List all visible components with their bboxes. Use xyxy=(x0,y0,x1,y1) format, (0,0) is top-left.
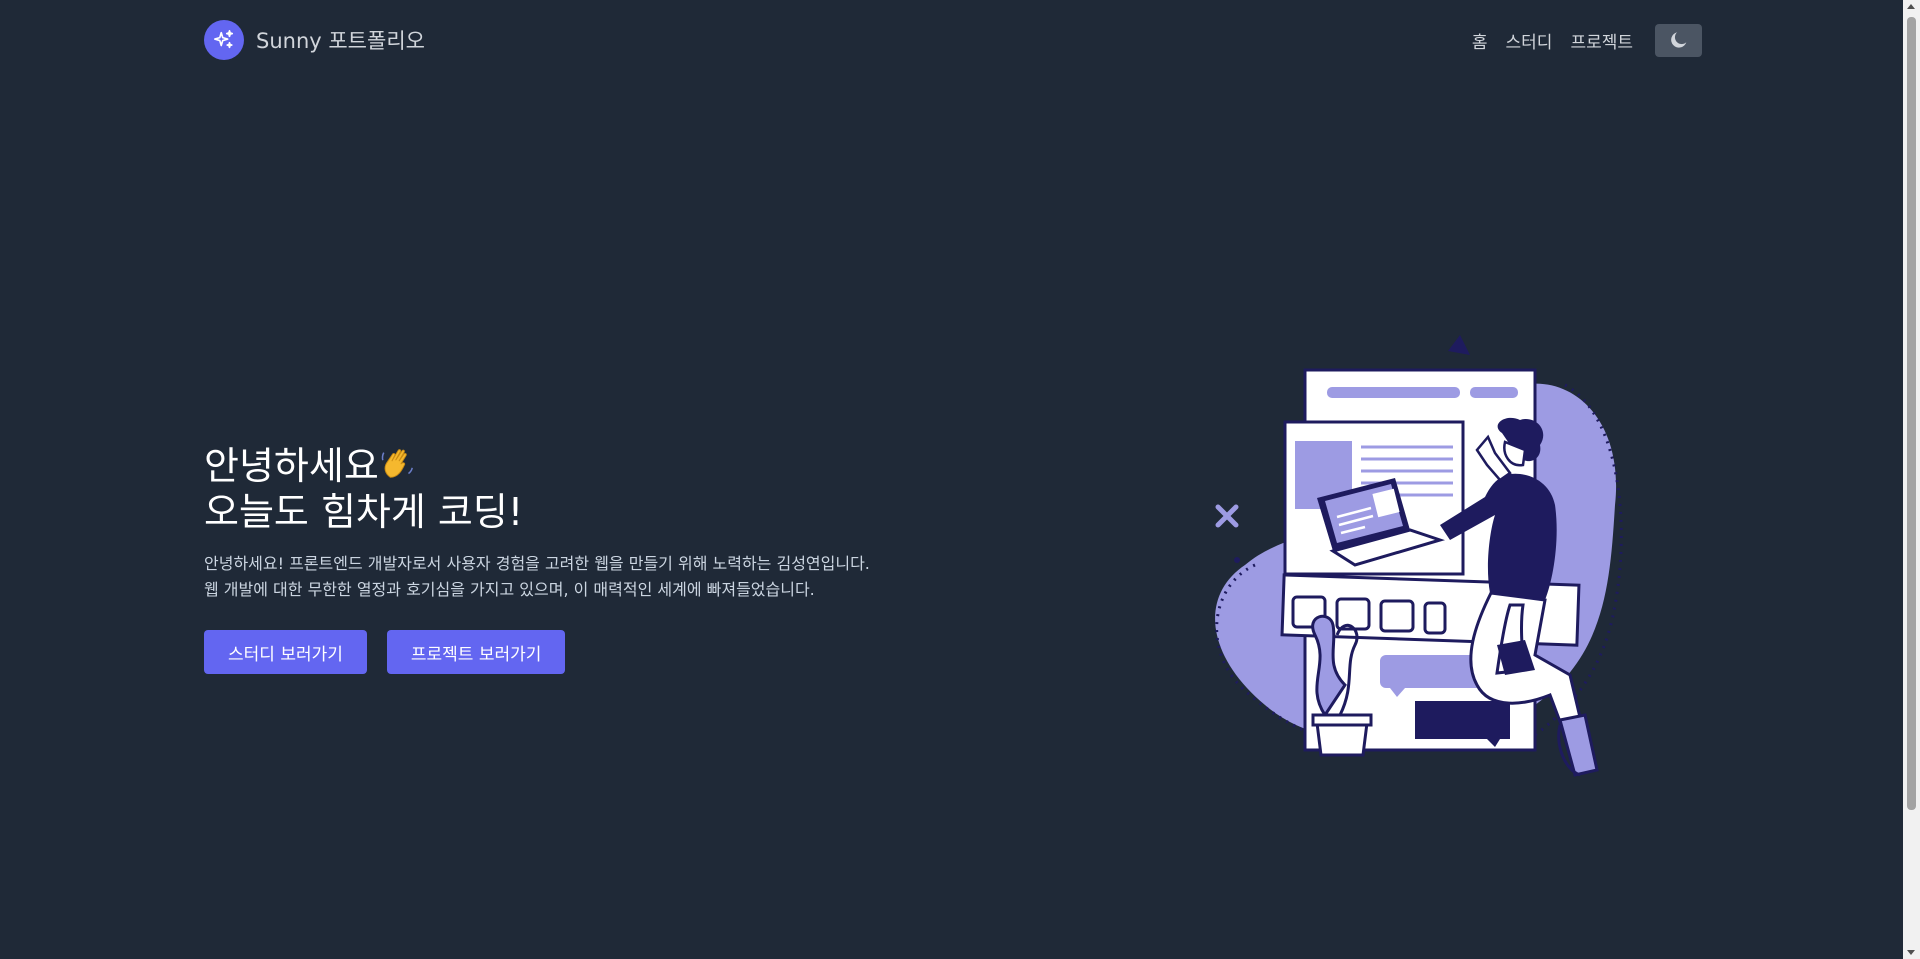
nav-projects[interactable]: 프로젝트 xyxy=(1570,28,1633,53)
hero-description: 안녕하세요! 프론트엔드 개발자로서 사용자 경험을 고려한 웹을 만들기 위해… xyxy=(204,551,964,603)
hero-illustration xyxy=(1205,325,1635,785)
site-header: Sunny 포트폴리오 홈 스터디 프로젝트 xyxy=(204,20,1702,60)
hero-title: 안녕하세요 오늘도 힘차게 코딩! xyxy=(204,445,964,533)
nav-study[interactable]: 스터디 xyxy=(1506,28,1553,53)
moon-icon xyxy=(1670,32,1686,48)
nav-home[interactable]: 홈 xyxy=(1472,28,1488,53)
page: Sunny 포트폴리오 홈 스터디 프로젝트 안녕하세요 오늘도 힘차게 코딩! xyxy=(0,0,1920,959)
sparkles-icon xyxy=(204,20,244,60)
hero-title-line1: 안녕하세요 xyxy=(204,444,379,488)
brand[interactable]: Sunny 포트폴리오 xyxy=(204,20,425,60)
hero-buttons: 스터디 보러가기 프로젝트 보러가기 xyxy=(204,630,964,674)
hero-section: 안녕하세요 오늘도 힘차게 코딩! 안녕하세요! 프론트엔드 개발자로서 사용자… xyxy=(204,445,964,674)
scroll-thumb[interactable] xyxy=(1907,17,1916,810)
theme-toggle-button[interactable] xyxy=(1655,23,1702,57)
page-scrollbar[interactable] xyxy=(1903,0,1920,959)
scroll-down-icon[interactable] xyxy=(1907,950,1915,955)
hero-title-line2: 오늘도 힘차게 코딩! xyxy=(204,490,524,534)
brand-name: Sunny 포트폴리오 xyxy=(256,29,425,53)
hero-desc-line1: 안녕하세요! 프론트엔드 개발자로서 사용자 경험을 고려한 웹을 만들기 위해… xyxy=(204,554,870,573)
waving-hand-icon xyxy=(379,445,417,491)
view-study-button[interactable]: 스터디 보러가기 xyxy=(204,630,367,674)
main-nav: 홈 스터디 프로젝트 xyxy=(1472,23,1702,57)
hero-desc-line2: 웹 개발에 대한 무한한 열정과 호기심을 가지고 있으며, 이 매력적인 세계… xyxy=(204,580,815,599)
view-projects-button[interactable]: 프로젝트 보러가기 xyxy=(386,630,566,674)
scroll-up-icon[interactable] xyxy=(1907,4,1915,9)
